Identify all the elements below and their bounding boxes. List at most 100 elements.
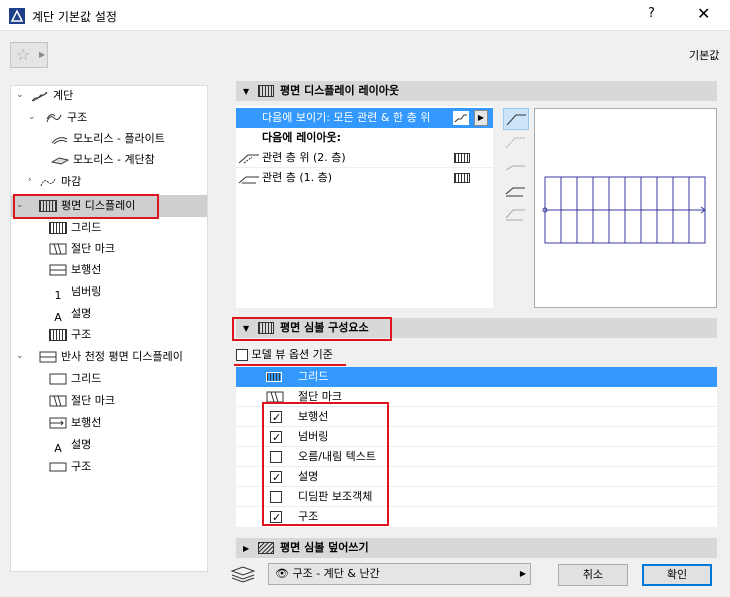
- component-label: 그리드: [298, 370, 329, 383]
- eye-icon: 👁: [275, 567, 289, 580]
- layout-on-label: 다음에 레이아웃:: [262, 131, 342, 144]
- tree-item-label: 그리드: [71, 221, 102, 234]
- floor-plan-icon: [258, 85, 274, 97]
- show-on-label: 다음에 보이기: 모든 관련 & 한 층 위: [262, 111, 431, 124]
- tree-item-label: 모노리스 - 플라이트: [73, 132, 165, 145]
- default-label: 기본값: [689, 49, 720, 62]
- tree-item-monolith-landing[interactable]: 모노리스 - 계단참: [51, 150, 155, 170]
- settings-tree: ⌄ 계단 ⌄ 구조 모노리스 - 플라이트 모노리스 - 계단참 › 마감 ⌄ …: [10, 85, 208, 572]
- stair-preview-drawing: [542, 176, 706, 244]
- layout-row-current[interactable]: 관련 층 (1. 층): [236, 168, 493, 188]
- layout-row-label: 관련 층 위 (2. 층): [262, 151, 346, 164]
- tree-item-label: 계단: [53, 89, 74, 102]
- chevron-down-icon[interactable]: ⌄: [16, 90, 24, 100]
- tree-item-rcp-structure[interactable]: 구조: [49, 457, 91, 477]
- tree-item-finish[interactable]: 마감: [39, 172, 81, 192]
- app-logo-icon: [9, 8, 25, 24]
- chevron-down-icon[interactable]: ⌄: [28, 112, 36, 122]
- tree-item-rcp-description[interactable]: A 설명: [49, 435, 91, 455]
- grid-icon: [49, 222, 67, 234]
- highlight-box: [13, 194, 159, 219]
- rcp-icon: [39, 351, 57, 363]
- model-view-option-row[interactable]: 모델 뷰 옵션 기준: [236, 345, 333, 365]
- view-upper-dashed-button[interactable]: [503, 132, 529, 154]
- tree-item-label: 넘버링: [71, 285, 102, 298]
- tree-item-label: 반사 천정 평면 디스플레이: [61, 350, 183, 363]
- ok-button[interactable]: 확인: [642, 564, 712, 586]
- tree-item-label: 보행선: [71, 416, 102, 429]
- numbering-icon: 1: [54, 289, 62, 302]
- panel-title: 평면 디스플레이 레이아웃: [280, 84, 399, 97]
- landing-icon: [51, 157, 69, 165]
- finish-icon: [40, 178, 56, 187]
- layer-dropdown[interactable]: 👁 구조 - 계단 & 난간 ▶: [268, 563, 531, 585]
- tree-item-description[interactable]: A 설명: [49, 304, 91, 324]
- layout-panel-header[interactable]: ▼ 평면 디스플레이 레이아웃: [236, 81, 717, 101]
- grid-icon: [49, 373, 67, 385]
- dropdown-arrow-button[interactable]: ▶: [474, 110, 488, 126]
- tree-item-rcp-break-mark[interactable]: 절단 마크: [49, 391, 115, 411]
- tree-item-structure[interactable]: 구조: [45, 108, 87, 128]
- layer-label: 구조 - 계단 & 난간: [292, 567, 380, 580]
- grid-icon: [266, 372, 282, 382]
- view-middle-button[interactable]: [503, 156, 529, 178]
- close-button[interactable]: ✕: [697, 4, 710, 23]
- floor-plan-icon: [454, 153, 470, 163]
- stair-icon: [31, 91, 48, 102]
- tree-item-label: 절단 마크: [71, 394, 115, 407]
- break-mark-icon: [49, 395, 67, 407]
- expand-triangle-icon: ▶: [243, 544, 250, 553]
- layout-row-upper[interactable]: 관련 층 위 (2. 층): [236, 148, 493, 168]
- text-icon: A: [54, 311, 62, 324]
- layout-row-label: 관련 층 (1. 층): [262, 171, 333, 184]
- layout-tool-column: [503, 108, 530, 308]
- structure-display-icon: [49, 462, 67, 472]
- tree-item-rcp-display[interactable]: 반사 천정 평면 디스플레이: [39, 347, 183, 367]
- stair-level-icon: [453, 111, 469, 125]
- floor-plan-icon: [454, 173, 470, 183]
- dropdown-arrow-icon: ▶: [519, 569, 526, 578]
- component-row-grid[interactable]: 그리드: [236, 367, 717, 387]
- stair-upper-icon: [238, 154, 259, 164]
- tree-item-label: 마감: [61, 175, 82, 188]
- tree-item-structure-display[interactable]: 구조: [49, 325, 91, 345]
- text-icon: A: [54, 442, 62, 455]
- chevron-right-icon: ▶: [39, 50, 46, 59]
- structure-display-icon: [49, 329, 67, 341]
- tree-item-break-mark[interactable]: 절단 마크: [49, 239, 115, 259]
- stair-current-icon: [238, 176, 259, 184]
- tree-item-rcp-grid[interactable]: 그리드: [49, 369, 101, 389]
- tree-item-walking-line[interactable]: 보행선: [49, 260, 101, 280]
- cancel-button[interactable]: 취소: [558, 564, 628, 586]
- chevron-right-icon[interactable]: ›: [28, 175, 32, 185]
- tree-item-rcp-walking-line[interactable]: 보행선: [49, 413, 101, 433]
- view-upper-button[interactable]: [503, 108, 529, 130]
- model-view-checkbox[interactable]: [236, 349, 248, 361]
- tree-item-label: 구조: [71, 460, 92, 473]
- tree-item-stair[interactable]: 계단: [31, 86, 73, 106]
- flight-icon: [51, 137, 68, 145]
- stair-preview: [534, 108, 717, 308]
- favorites-button[interactable]: ☆ ▶: [10, 42, 48, 68]
- model-view-label: 모델 뷰 옵션 기준: [251, 348, 333, 361]
- window-title: 계단 기본값 설정: [32, 10, 117, 24]
- override-panel-header[interactable]: ▶ 평면 심볼 덮어쓰기: [236, 538, 717, 558]
- chevron-down-icon[interactable]: ⌄: [16, 351, 24, 361]
- highlight-underline: [234, 364, 346, 366]
- walking-line-icon: [49, 264, 67, 276]
- break-mark-icon: [49, 243, 67, 255]
- view-lower-button[interactable]: [503, 204, 529, 226]
- tree-item-monolith-flight[interactable]: 모노리스 - 플라이트: [51, 129, 165, 149]
- highlight-box: [262, 402, 389, 526]
- title-bar: 계단 기본값 설정 ? ✕: [0, 0, 730, 31]
- help-button[interactable]: ?: [648, 6, 655, 21]
- tree-item-numbering[interactable]: 1 넘버링: [49, 282, 102, 302]
- tree-item-label: 절단 마크: [71, 242, 115, 255]
- override-icon: [258, 542, 274, 554]
- tree-item-label: 그리드: [71, 372, 102, 385]
- layout-list: 다음에 보이기: 모든 관련 & 한 층 위 ▶ 다음에 레이아웃: 관련 층 …: [236, 106, 493, 308]
- panel-title: 평면 심볼 덮어쓰기: [280, 541, 369, 554]
- tree-item-grid[interactable]: 그리드: [49, 218, 101, 238]
- tree-item-label: 구조: [71, 328, 92, 341]
- view-current-button[interactable]: [503, 180, 529, 202]
